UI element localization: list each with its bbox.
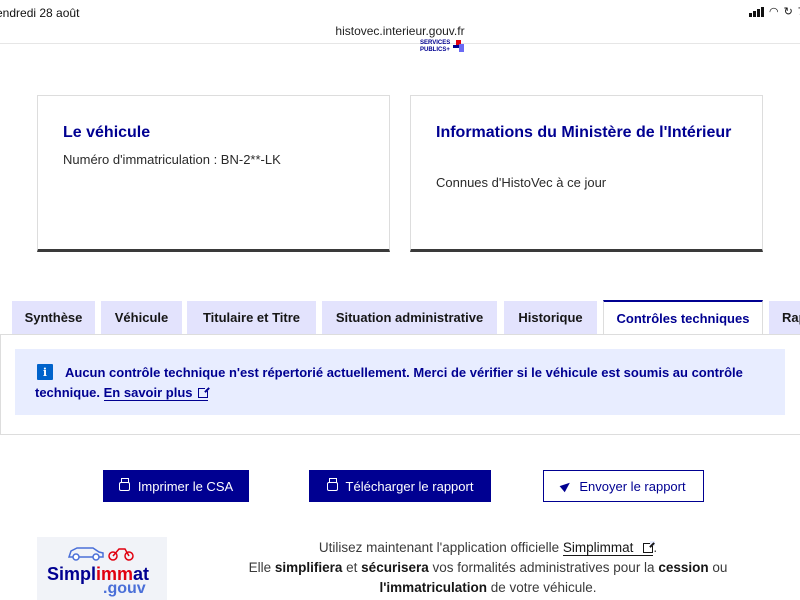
simplimmat-promo: Utilisez maintenant l'application offici…	[233, 538, 743, 598]
tab-rapport[interactable]: Rap	[769, 301, 800, 334]
tab-vehicule[interactable]: Véhicule	[101, 301, 182, 334]
send-icon	[559, 479, 573, 493]
promo-line3: l'immatriculation de votre véhicule.	[379, 580, 597, 595]
simplimmat-link[interactable]: Simplimmat	[562, 540, 656, 556]
tab-controles-techniques[interactable]: Contrôles techniques	[603, 300, 763, 335]
vehicles-icon	[67, 547, 134, 561]
logo-line1: SERVICES	[420, 40, 451, 46]
simplimmat-gouv: .gouv	[103, 580, 146, 597]
ministry-card-subtitle: Connues d'HistoVec à ce jour	[436, 175, 607, 190]
external-link-icon	[197, 386, 210, 398]
learn-more-label: En savoir plus	[103, 385, 193, 400]
logo-mark-icon	[453, 40, 467, 52]
vehicle-card: Le véhicule Numéro d'immatriculation : B…	[37, 95, 390, 252]
print-csa-label: Imprimer le CSA	[137, 478, 234, 494]
printer-icon	[118, 477, 130, 491]
ministry-card-title: Informations du Ministère de l'Intérieur	[436, 124, 732, 141]
tab-synthese[interactable]: Synthèse	[12, 301, 95, 334]
wifi-icon: ◠	[769, 6, 779, 18]
status-icons: ◠ ↻ 7	[749, 5, 800, 18]
download-report-label: Télécharger le rapport	[345, 478, 474, 494]
alert-message: Aucun contrôle technique n'est répertori…	[35, 363, 780, 403]
download-report-button[interactable]: Télécharger le rapport	[309, 470, 491, 502]
signal-icon	[749, 6, 765, 17]
printer-icon	[326, 477, 338, 491]
send-report-button[interactable]: Envoyer le rapport	[543, 470, 704, 502]
address-bar[interactable]: histovec.interieur.gouv.fr	[0, 24, 800, 38]
print-csa-button[interactable]: Imprimer le CSA	[103, 470, 249, 502]
logo-line2: PUBLICS+	[420, 47, 450, 53]
promo-line1: Utilisez maintenant l'application offici…	[318, 540, 658, 556]
external-link-icon	[643, 541, 656, 553]
ministry-card: Informations du Ministère de l'Intérieur…	[410, 95, 763, 252]
tab-titulaire-titre[interactable]: Titulaire et Titre	[187, 301, 316, 334]
status-date: endredi 28 août	[0, 6, 80, 20]
send-report-label: Envoyer le rapport	[579, 478, 686, 494]
tab-bar: Synthèse Véhicule Titulaire et Titre Sit…	[12, 300, 800, 335]
services-publics-logo[interactable]: SERVICES PUBLICS+	[420, 40, 467, 54]
vehicle-card-title: Le véhicule	[63, 124, 151, 141]
orientation-lock-icon: ↻	[783, 6, 793, 18]
promo-line2: Elle simplifiera et sécurisera vos forma…	[248, 560, 728, 575]
tab-historique[interactable]: Historique	[504, 301, 597, 334]
tab-situation-administrative[interactable]: Situation administrative	[322, 301, 497, 334]
registration-number: Numéro d'immatriculation : BN-2**-LK	[63, 152, 281, 167]
learn-more-link[interactable]: En savoir plus	[103, 385, 210, 401]
status-bar: endredi 28 août ◠ ↻ 7	[0, 0, 800, 26]
divider	[0, 43, 800, 44]
simplimmat-logo[interactable]: Simplimmat .gouv	[37, 537, 167, 600]
info-alert: i Aucun contrôle technique n'est réperto…	[15, 349, 785, 415]
